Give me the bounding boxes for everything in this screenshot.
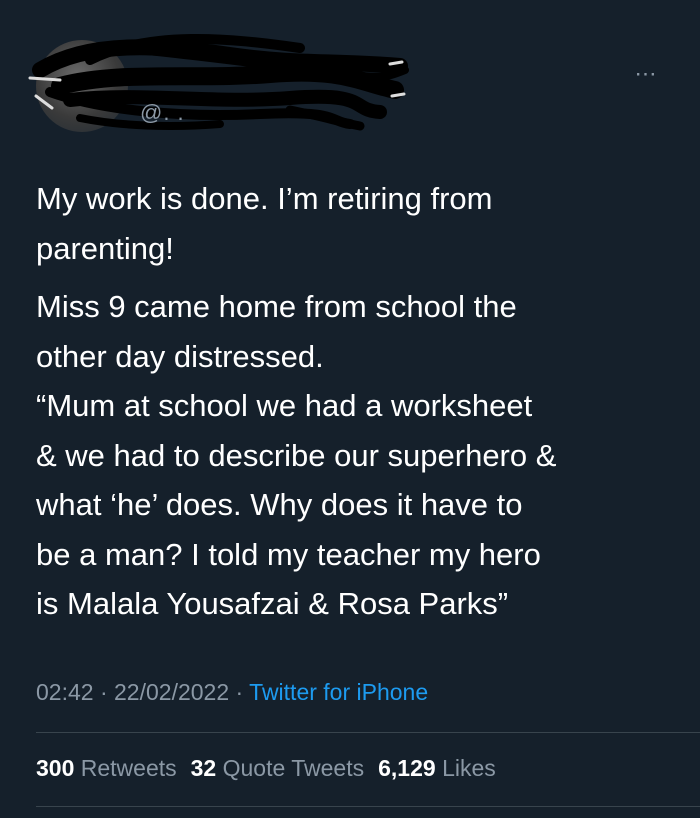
quote-tweets-stat[interactable]: 32 Quote Tweets: [191, 750, 364, 786]
quote-tweets-label: Quote Tweets: [222, 755, 365, 781]
meta-separator: ·: [93, 679, 115, 705]
likes-stat[interactable]: 6,129 Likes: [378, 750, 496, 786]
retweets-stat[interactable]: 300 Retweets: [36, 750, 177, 786]
tweet-date[interactable]: 22/02/2022: [114, 679, 229, 705]
tweet-paragraph: Miss 9 came home from school the other d…: [36, 289, 557, 621]
likes-count: 6,129: [378, 755, 436, 781]
author-handle[interactable]: @. .: [140, 100, 185, 126]
meta-separator: ·: [229, 679, 250, 705]
tweet-stats: 300 Retweets 32 Quote Tweets 6,129 Likes: [36, 750, 510, 786]
more-options-icon[interactable]: ⋯: [626, 60, 666, 88]
tweet-header: @. . ⋯: [0, 0, 700, 150]
divider: [36, 806, 700, 807]
tweet-time[interactable]: 02:42: [36, 679, 94, 705]
tweet-paragraph: My work is done. I’m retiring from paren…: [36, 181, 493, 266]
tweet-text: My work is done. I’m retiring from paren…: [36, 174, 676, 629]
tweet: @. . ⋯ My work is done. I’m retiring fro…: [0, 0, 700, 818]
tweet-source-link[interactable]: Twitter for iPhone: [249, 679, 428, 705]
retweets-count: 300: [36, 755, 75, 781]
tweet-meta: 02:42 · 22/02/2022 · Twitter for iPhone: [36, 674, 428, 710]
likes-label: Likes: [442, 755, 496, 781]
divider: [36, 732, 700, 733]
quote-tweets-count: 32: [190, 755, 217, 781]
retweets-label: Retweets: [80, 755, 177, 781]
redaction-scribble: [28, 33, 409, 131]
